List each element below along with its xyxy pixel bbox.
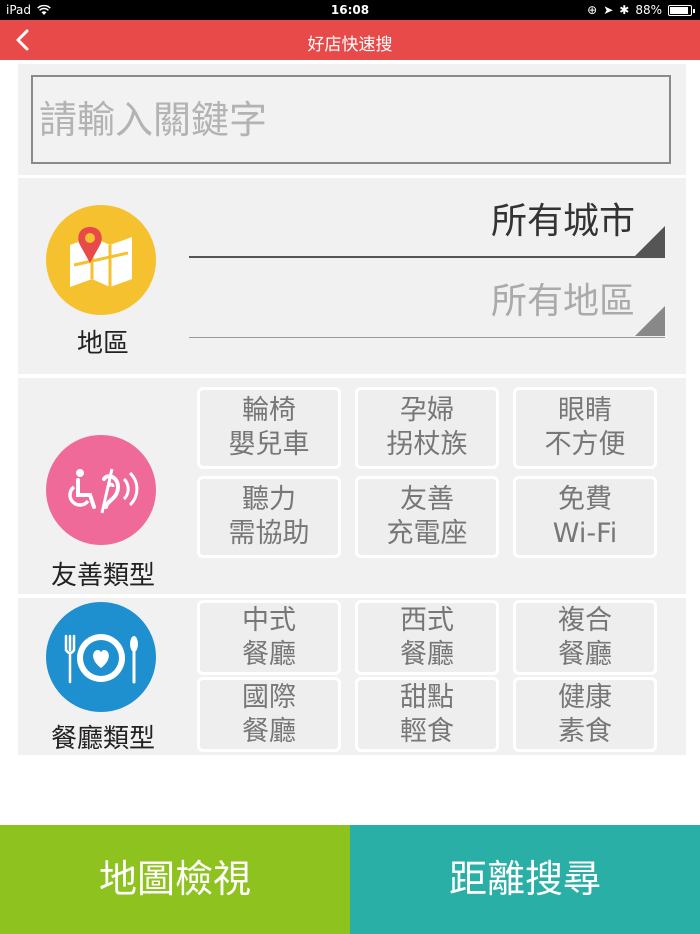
friendly-type-panel: 友善類型 輪椅 嬰兒車 孕婦 拐杖族 眼睛 不方便 聽力 需協助 友善 充電座 … (18, 378, 686, 594)
option-text-line1: 友善 (400, 484, 454, 515)
dropdown-triangle-icon (635, 226, 665, 256)
dining-type-label: 餐廳類型 (50, 724, 155, 754)
dropdown-triangle-icon (635, 306, 665, 336)
option-text-line1: 免費 (558, 484, 612, 515)
option-text-line2: 餐廳 (400, 638, 454, 670)
location-arrow-icon: ➤ (603, 3, 614, 17)
dining-type-panel: 餐廳類型 中式 餐廳 西式 餐廳 複合 餐廳 國際 餐廳 甜點 輕食 健康 素食 (18, 598, 686, 755)
nav-bar: 好店快速搜 (0, 20, 700, 60)
option-text-line1: 甜點 (400, 681, 454, 713)
region-panel: 地區 所有城市 所有地區 (18, 178, 686, 374)
map-pin-icon (46, 205, 156, 315)
accessibility-icon-graphic (68, 468, 139, 514)
option-text-line2: 嬰兒車 (228, 429, 310, 460)
option-text-line1: 輪椅 (242, 395, 296, 426)
option-text-line2: 需協助 (228, 518, 310, 549)
option-text-line1: 複合 (558, 604, 612, 636)
option-text-line2: 充電座 (386, 518, 468, 549)
option-text-line1: 聽力 (242, 484, 296, 515)
battery-icon (668, 4, 695, 16)
dining-option-western[interactable]: 西式 餐廳 (355, 600, 499, 675)
district-select-value: 所有地區 (490, 281, 635, 322)
option-text-line1: 健康 (558, 681, 612, 713)
option-text-line2: 不方便 (544, 429, 626, 460)
option-text-line2: Wi-Fi (552, 518, 618, 549)
dining-option-chinese[interactable]: 中式 餐廳 (197, 600, 341, 675)
friendly-type-label: 友善類型 (50, 561, 155, 591)
orientation-lock-icon: ⊕ (587, 3, 598, 17)
city-select-value: 所有城市 (490, 201, 635, 242)
option-text-line1: 國際 (242, 681, 296, 713)
map-view-button[interactable]: 地圖檢視 (0, 825, 350, 934)
battery-percent: 88% (635, 3, 662, 17)
friendly-option-hearing[interactable]: 聽力 需協助 (197, 476, 341, 558)
option-text-line2: 輕食 (400, 715, 454, 747)
dining-option-fusion[interactable]: 複合 餐廳 (513, 600, 657, 675)
friendly-option-visual[interactable]: 眼睛 不方便 (513, 387, 657, 469)
search-panel (18, 64, 686, 175)
dining-option-vegetarian[interactable]: 健康 素食 (513, 677, 657, 752)
dining-option-international[interactable]: 國際 餐廳 (197, 677, 341, 752)
map-icon-graphic (70, 227, 132, 287)
bluetooth-icon: ✱ (619, 3, 630, 17)
dining-option-dessert[interactable]: 甜點 輕食 (355, 677, 499, 752)
option-text-line2: 拐杖族 (386, 429, 468, 460)
friendly-option-wheelchair[interactable]: 輪椅 嬰兒車 (197, 387, 341, 469)
option-text-line2: 餐廳 (242, 715, 296, 747)
option-text-line2: 素食 (558, 715, 612, 747)
status-bar: iPad 16:08 ⊕ ➤ ✱ 88% (0, 0, 700, 20)
distance-search-button[interactable]: 距離搜尋 (350, 825, 700, 934)
region-label: 地區 (76, 329, 129, 359)
district-select-underline (189, 337, 665, 338)
option-text-line1: 孕婦 (400, 395, 454, 426)
district-select[interactable]: 所有地區 (189, 258, 665, 338)
option-text-line1: 西式 (400, 604, 454, 636)
accessibility-icon (46, 435, 156, 545)
friendly-option-wifi[interactable]: 免費 Wi-Fi (513, 476, 657, 558)
page-title: 好店快速搜 (307, 35, 393, 55)
keyword-input[interactable] (33, 77, 669, 162)
dining-plate-icon (46, 602, 156, 712)
friendly-option-charging[interactable]: 友善 充電座 (355, 476, 499, 558)
option-text-line1: 眼睛 (558, 395, 612, 426)
city-select[interactable]: 所有城市 (189, 178, 665, 258)
search-box (31, 75, 671, 164)
option-text-line2: 餐廳 (242, 638, 296, 670)
option-text-line1: 中式 (242, 604, 296, 636)
dining-icon-graphic (64, 634, 138, 684)
option-text-line2: 餐廳 (558, 638, 612, 670)
friendly-option-pregnant[interactable]: 孕婦 拐杖族 (355, 387, 499, 469)
